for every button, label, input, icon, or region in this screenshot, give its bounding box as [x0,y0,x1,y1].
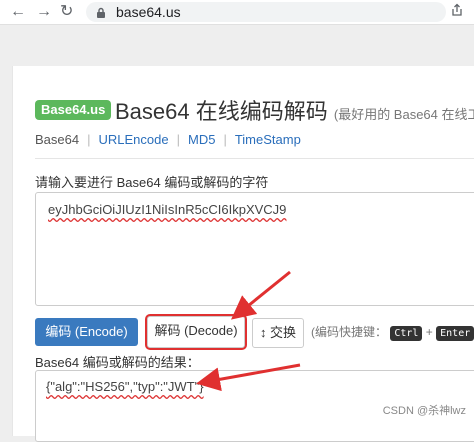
decode-button[interactable]: 解码 (Decode) [147,316,245,348]
encode-button[interactable]: 编码 (Encode) [35,318,138,346]
browser-toolbar: ← → ↻ base64.us [0,0,474,25]
nav-item-base64[interactable]: Base64 [35,132,79,147]
ctrl-key: Ctrl [390,326,423,341]
divider [35,158,474,159]
enter-key: Enter [436,326,474,341]
watermark: CSDN @杀神lwz [382,405,466,417]
nav-item-urlencode[interactable]: URLEncode [98,132,168,147]
shortcut-hint: (编码快捷键： Ctrl + Enter ) [311,323,474,341]
hint-prefix: (编码快捷键： [311,325,387,339]
lock-icon[interactable] [96,6,106,24]
input-value: eyJhbGciOiJIUzI1NiIsInR5cCI6IkpXVCJ9 [48,202,287,217]
url-text: base64.us [116,4,181,20]
nav-separator: | [176,132,180,147]
arrow-left-icon[interactable]: ← [10,3,26,21]
nav-item-md5[interactable]: MD5 [188,132,215,147]
input-textarea[interactable]: eyJhbGciOiJIUzI1NiIsInR5cCI6IkpXVCJ9 [35,192,474,306]
nav-separator: | [223,132,227,147]
share-icon[interactable] [450,3,464,22]
output-value: {"alg":"HS256","typ":"JWT"} [46,379,204,394]
input-label: 请输入要进行 Base64 编码或解码的字符 [35,175,269,190]
arrow-right-icon[interactable]: → [36,3,52,21]
nav-separator: | [87,132,91,147]
page-title-text: Base64 在线编码解码 [115,99,328,124]
tool-nav: Base64 | URLEncode | MD5 | TimeStamp [35,132,301,147]
address-bar[interactable]: base64.us [86,2,446,22]
site-badge[interactable]: Base64.us [35,100,112,120]
page-title: Base64 在线编码解码 (最好用的 Base64 在线工具 [115,94,474,126]
tool-panel: Base64.us Base64 在线编码解码 (最好用的 Base64 在线工… [12,66,474,442]
nav-item-timestamp[interactable]: TimeStamp [235,132,301,147]
reload-icon[interactable]: ↻ [60,3,73,21]
hint-plus: + [425,325,433,339]
swap-button[interactable]: ↕ 交换 [252,318,304,348]
output-label: Base64 编码或解码的结果： [35,355,200,370]
page-subtitle: (最好用的 Base64 在线工具 [333,107,474,122]
